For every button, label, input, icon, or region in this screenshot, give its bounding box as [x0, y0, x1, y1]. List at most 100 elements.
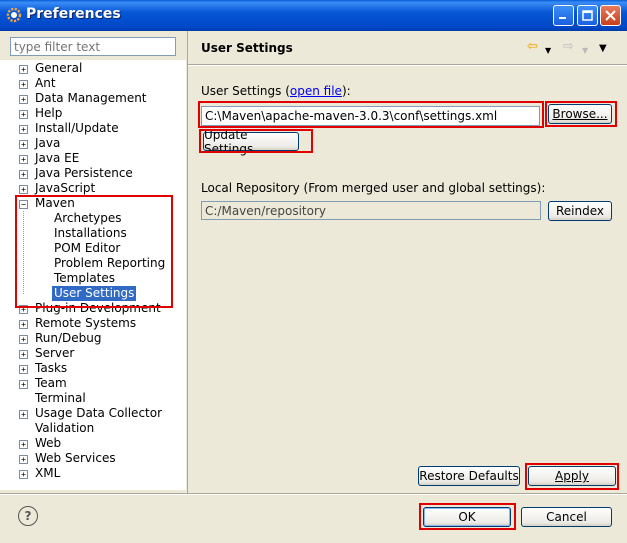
tree-item-label: Terminal — [35, 391, 86, 405]
tree-item-label: Install/Update — [35, 121, 119, 135]
view-menu-icon[interactable]: ▼ — [599, 42, 607, 56]
tree-item-label: Archetypes — [54, 211, 122, 225]
tree-item[interactable]: + Data Management — [0, 91, 186, 106]
tree-item[interactable]: + General — [0, 61, 186, 76]
expand-icon[interactable]: + — [19, 440, 28, 449]
tree-item[interactable]: + Tasks — [0, 361, 186, 376]
tree-item-label: Run/Debug — [35, 331, 102, 345]
tree-item[interactable]: + Run/Debug — [0, 331, 186, 346]
expand-icon[interactable]: + — [19, 380, 28, 389]
expand-icon[interactable]: + — [19, 350, 28, 359]
tree-item[interactable]: + Java EE — [0, 151, 186, 166]
tree-item-label: Java Persistence — [35, 166, 133, 180]
filter-input[interactable] — [10, 37, 176, 56]
tree-item[interactable]: Validation — [0, 421, 186, 436]
tree-item-label: User Settings — [52, 286, 137, 301]
tree-item[interactable]: + Help — [0, 106, 186, 121]
help-icon[interactable]: ? — [18, 506, 38, 526]
reindex-button[interactable]: Reindex — [548, 201, 612, 221]
expand-icon[interactable]: + — [19, 365, 28, 374]
cancel-button[interactable]: Cancel — [521, 507, 612, 527]
expand-icon[interactable]: + — [19, 335, 28, 344]
tree-item-label: Maven — [35, 196, 75, 210]
expand-icon[interactable]: + — [19, 125, 28, 134]
cancel-button-label: Cancel — [546, 510, 587, 524]
forward-arrow-icon[interactable]: ⇨ — [563, 40, 574, 54]
tree-item[interactable]: Installations — [0, 226, 186, 241]
tree-item-label: Web — [35, 436, 62, 450]
apply-button[interactable]: Apply — [528, 466, 616, 486]
tree-item[interactable]: Problem Reporting — [0, 256, 186, 271]
tree-item-label: Installations — [54, 226, 127, 240]
user-settings-path-field[interactable]: C:\Maven\apache-maven-3.0.3\conf\setting… — [201, 106, 540, 126]
tree-item-label: Java — [35, 136, 61, 150]
expand-icon[interactable]: + — [19, 320, 28, 329]
browse-button[interactable]: Browse... — [548, 104, 612, 124]
user-settings-label: User Settings (open file): — [201, 84, 351, 98]
user-settings-label-text: User Settings ( — [201, 84, 290, 98]
window-title: Preferences — [26, 6, 121, 22]
tree-item-label: Ant — [35, 76, 56, 90]
expand-icon[interactable]: + — [19, 65, 28, 74]
close-icon — [605, 10, 616, 21]
ok-button-label: OK — [458, 510, 476, 524]
expand-icon[interactable]: + — [19, 140, 28, 149]
tree-item[interactable]: − Maven — [0, 196, 186, 211]
expand-icon[interactable]: + — [19, 95, 28, 104]
expand-icon[interactable]: + — [19, 80, 28, 89]
collapse-icon[interactable]: − — [19, 200, 28, 209]
expand-icon[interactable]: + — [19, 410, 28, 419]
tree-item[interactable]: + Web — [0, 436, 186, 451]
restore-defaults-label: Restore Defaults — [419, 469, 519, 483]
tree-item-label: POM Editor — [54, 241, 121, 255]
preferences-window: Preferences + General + Ant + Data Management… — [0, 0, 627, 543]
tree-item[interactable]: User Settings — [0, 286, 186, 301]
tree-item[interactable]: + Plug-in Development — [0, 301, 186, 316]
tree-item[interactable]: Terminal — [0, 391, 186, 406]
back-menu-chevron-icon[interactable]: ▼ — [545, 44, 551, 58]
expand-icon[interactable]: + — [19, 185, 28, 194]
tree-item-label: Web Services — [35, 451, 116, 465]
tree-item[interactable]: + Remote Systems — [0, 316, 186, 331]
footer-separator-highlight — [0, 494, 627, 495]
tree-item[interactable]: + Usage Data Collector — [0, 406, 186, 421]
update-settings-button[interactable]: Update Settings — [203, 128, 299, 156]
tree-item[interactable]: Archetypes — [0, 211, 186, 226]
tree-item[interactable]: + Ant — [0, 76, 186, 91]
open-file-link[interactable]: open file — [290, 84, 342, 98]
close-button[interactable] — [600, 5, 621, 26]
tree-item[interactable]: + Server — [0, 346, 186, 361]
expand-icon[interactable]: + — [19, 110, 28, 119]
back-arrow-icon[interactable]: ⇦ — [527, 40, 538, 54]
expand-icon[interactable]: + — [19, 305, 28, 314]
tree-item[interactable]: + JavaScript — [0, 181, 186, 196]
local-repository-label: Local Repository (From merged user and g… — [201, 181, 546, 195]
tree-item-label: Help — [35, 106, 63, 120]
tree-item[interactable]: + Install/Update — [0, 121, 186, 136]
tree-item-label: Java EE — [35, 151, 80, 165]
tree-item-label: JavaScript — [35, 181, 96, 195]
tree-item[interactable]: POM Editor — [0, 241, 186, 256]
tree-item[interactable]: + Web Services — [0, 451, 186, 466]
minimize-button[interactable] — [553, 5, 574, 26]
local-repository-field: C:/Maven/repository — [201, 201, 541, 220]
tree-item[interactable]: + Team — [0, 376, 186, 391]
forward-menu-chevron-icon[interactable]: ▼ — [582, 44, 588, 58]
eclipse-gear-icon — [6, 7, 22, 23]
expand-icon[interactable]: + — [19, 455, 28, 464]
tree-item-label: Problem Reporting — [54, 256, 166, 270]
reindex-button-label: Reindex — [555, 204, 604, 218]
tree-item[interactable]: + XML — [0, 466, 186, 481]
expand-icon[interactable]: + — [19, 170, 28, 179]
tree-item[interactable]: + Java — [0, 136, 186, 151]
ok-button[interactable]: OK — [423, 507, 511, 527]
apply-button-label: Apply — [555, 469, 589, 483]
expand-icon[interactable]: + — [19, 470, 28, 479]
title-bar[interactable]: Preferences — [0, 0, 627, 31]
maximize-icon — [582, 10, 593, 21]
maximize-button[interactable] — [577, 5, 598, 26]
expand-icon[interactable]: + — [19, 155, 28, 164]
restore-defaults-button[interactable]: Restore Defaults — [418, 466, 520, 486]
tree-item[interactable]: + Java Persistence — [0, 166, 186, 181]
tree-item[interactable]: Templates — [0, 271, 186, 286]
